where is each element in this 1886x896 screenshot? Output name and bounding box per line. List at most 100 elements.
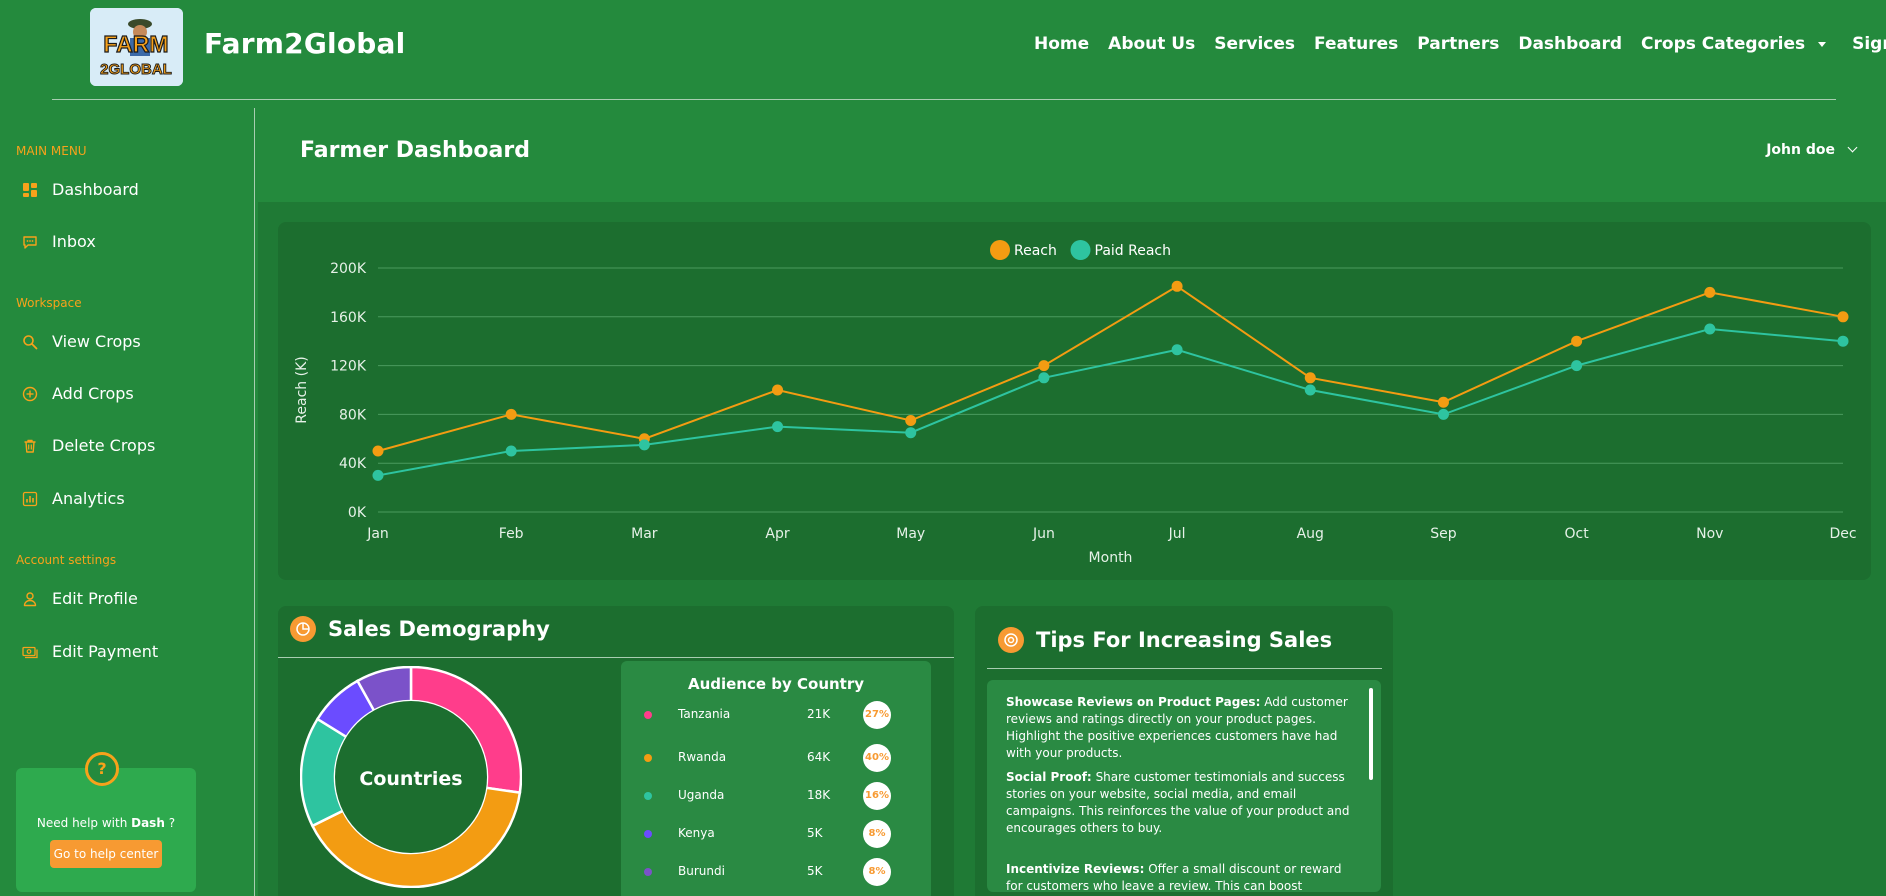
country-value: 18K [807,788,831,802]
nav-home[interactable]: Home [1034,34,1089,54]
data-point [1171,344,1183,356]
brand-name[interactable]: Farm2Global [204,27,405,60]
tips-title: Tips For Increasing Sales [998,627,1332,653]
sidebar-item-analytics[interactable]: Analytics [22,489,125,508]
data-point [1437,408,1449,420]
country-percent-badge: 40% [863,744,891,772]
account-settings-heading: Account settings [16,553,117,567]
country-name: Burundi [678,864,725,878]
legend-marker [1070,240,1091,260]
data-point [1704,323,1716,335]
tips-title-label: Tips For Increasing Sales [1036,628,1333,652]
data-point [372,445,384,457]
workspace-heading: Workspace [16,296,82,310]
nav-dashboard[interactable]: Dashboard [1518,34,1622,54]
legend-dot [644,868,652,876]
legend-dot [644,711,652,719]
nav-services[interactable]: Services [1214,34,1295,54]
legend-marker [990,240,1010,260]
data-point [1704,286,1716,298]
nav-crops-categories[interactable]: Crops Categories [1641,34,1805,54]
tip-item: Incentivize Reviews: Offer a small disco… [1006,862,1342,892]
y-tick-label: 80K [339,407,367,423]
sidebar-item-add-crops[interactable]: Add Crops [22,384,134,403]
tip-item: Showcase Reviews on Product Pages: Add c… [1006,695,1348,760]
sidebar-item-dashboard[interactable]: Dashboard [22,180,139,199]
country-row: Uganda 18K 16% [621,782,931,810]
sidebar-item-label: Delete Crops [52,436,156,455]
scrollbar[interactable] [1369,688,1373,780]
country-value: 5K [807,826,823,840]
main-menu-heading: MAIN MENU [16,144,87,158]
legend-label: Paid Reach [1095,243,1171,259]
y-tick-label: 200K [330,261,367,277]
help-card: ? Need help with Dash ? Go to help cente… [16,752,196,892]
sidebar-item-edit-payment[interactable]: Edit Payment [22,642,158,661]
sidebar-item-label: Add Crops [52,384,134,403]
y-tick-label: 120K [330,359,367,375]
x-tick-label: Feb [499,526,524,542]
data-point [1571,360,1583,372]
audience-by-country: Audience by Country Tanzania 21K 27% Rwa… [621,661,931,896]
tips-list[interactable]: Showcase Reviews on Product Pages: Add c… [987,680,1381,892]
sidebar-item-label: Inbox [52,232,96,251]
data-point [905,427,917,439]
nav-about-us[interactable]: About Us [1108,34,1195,54]
nav-divider [52,99,1836,100]
reach-chart-card: 0K 40K 80K 120K 160K 200K Jan Feb Mar Apr May Jun Ju… [278,222,1871,580]
data-point [1304,384,1316,396]
y-tick-label: 160K [330,310,367,326]
country-name: Tanzania [678,707,731,721]
x-tick-label: Jun [1032,526,1055,542]
card-divider [987,668,1382,669]
brand-logo[interactable]: FARM 2GLOBAL [90,8,183,86]
country-percent-badge: 8% [863,820,891,848]
country-name: Rwanda [678,750,727,764]
sidebar-item-label: Edit Payment [52,642,159,661]
country-name: Kenya [678,826,715,840]
nav-sign-up[interactable]: Sign up [1852,34,1886,54]
y-tick-label: 40K [339,456,367,472]
sidebar-item-label: Edit Profile [52,589,138,608]
data-point [1304,372,1316,384]
help-center-button[interactable]: Go to help center [50,840,162,868]
chart-icon [22,491,38,507]
sidebar-item-label: Analytics [52,489,125,508]
logo-text-bottom: 2GLOBAL [100,61,172,78]
user-name: John doe [1766,142,1835,158]
chat-icon [22,234,38,250]
user-icon [22,591,38,607]
legend-label: Reach [1014,243,1057,259]
nav-features[interactable]: Features [1314,34,1398,54]
country-row: Kenya 5K 8% [621,820,931,848]
sidebar-item-inbox[interactable]: Inbox [22,232,96,251]
top-navbar: FARM 2GLOBAL Farm2Global Home About Us S… [0,0,1886,100]
main-nav: Home About Us Services Features Partners… [1034,34,1886,54]
sidebar-item-delete-crops[interactable]: Delete Crops [22,436,155,455]
trash-icon [22,438,38,454]
sidebar-item-view-crops[interactable]: View Crops [22,332,141,351]
data-point [1171,280,1183,292]
target-icon [998,627,1024,653]
x-tick-label: Jul [1168,526,1186,542]
x-tick-label: Sep [1430,526,1457,542]
sidebar-item-edit-profile[interactable]: Edit Profile [22,589,138,608]
card-divider [278,657,954,658]
caret-down-icon[interactable] [1818,41,1827,47]
data-point [1571,335,1583,347]
data-point [372,469,384,481]
data-point [1038,360,1050,372]
country-value: 64K [807,750,831,764]
data-point [1038,372,1050,384]
user-menu[interactable]: John doe [1766,142,1858,158]
data-point [1437,396,1449,408]
country-row: Rwanda 64K 40% [621,744,931,772]
question-icon: ? [85,752,119,786]
sales-demography-card: Sales Demography Countries Audience by C… [278,606,954,896]
data-point [638,439,650,451]
x-tick-label: May [896,526,925,542]
sidebar-item-label: Dashboard [52,180,139,199]
legend-dot [644,830,652,838]
nav-partners[interactable]: Partners [1417,34,1499,54]
dashboard-header: Farmer Dashboard John doe [258,108,1886,202]
